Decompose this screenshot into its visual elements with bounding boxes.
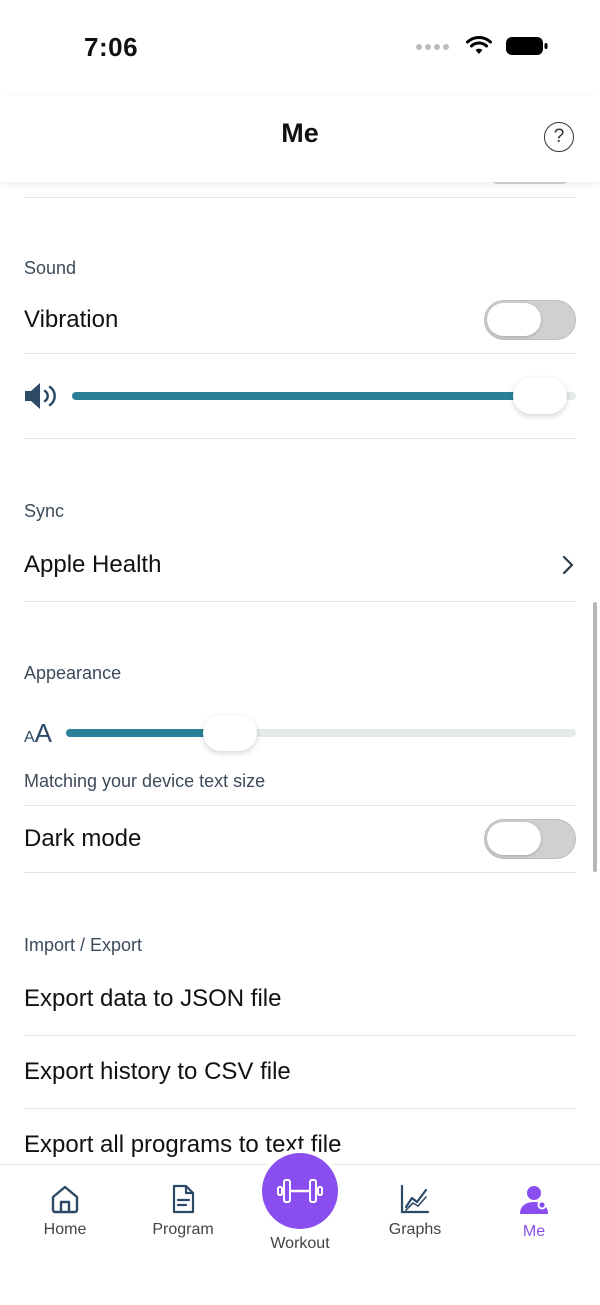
divider xyxy=(24,1108,576,1109)
tab-program[interactable]: Program xyxy=(133,1183,233,1239)
toggle-knob xyxy=(487,303,541,336)
status-bar: 7:06 xyxy=(0,0,600,96)
section-appearance: Appearance xyxy=(24,663,122,683)
section-sound: Sound xyxy=(24,258,77,278)
text-size-slider-thumb[interactable] xyxy=(202,715,257,751)
tab-me-label: Me xyxy=(522,1223,546,1240)
divider xyxy=(24,197,576,198)
program-icon xyxy=(172,1184,195,1214)
text-size-large-a: A xyxy=(34,718,53,748)
status-icons xyxy=(416,36,548,56)
dumbbell-icon xyxy=(277,1179,323,1203)
scrollbar[interactable] xyxy=(593,602,597,872)
dark-mode-label: Dark mode xyxy=(24,825,142,852)
question-circle-icon[interactable]: ? xyxy=(544,122,574,152)
dark-mode-toggle[interactable] xyxy=(484,819,576,859)
divider xyxy=(24,805,576,806)
profile-icon xyxy=(520,1186,548,1214)
tab-graphs-label: Graphs xyxy=(388,1221,442,1238)
battery-icon xyxy=(506,37,548,55)
divider xyxy=(24,601,576,602)
nav-bar: Me ? xyxy=(0,96,600,182)
vibration-label: Vibration xyxy=(24,306,119,333)
tab-home-label: Home xyxy=(43,1221,87,1238)
tab-bar: Home Program Workout Graphs Me xyxy=(0,1149,600,1305)
export-json-row[interactable]: Export data to JSON file xyxy=(24,985,281,1013)
settings-content[interactable]: Sound Vibration Sync Apple Health Appear… xyxy=(0,182,600,1164)
divider xyxy=(24,872,576,873)
tab-workout[interactable] xyxy=(258,1149,342,1233)
tab-home[interactable]: Home xyxy=(15,1183,115,1239)
workout-fab[interactable] xyxy=(262,1153,338,1229)
divider xyxy=(24,353,576,354)
vibration-toggle[interactable] xyxy=(484,300,576,340)
divider xyxy=(24,1035,576,1036)
chevron-right-icon xyxy=(562,555,574,575)
tab-me[interactable]: Me xyxy=(484,1183,584,1241)
tab-graphs[interactable]: Graphs xyxy=(365,1183,465,1239)
status-time: 7:06 xyxy=(84,32,139,62)
page-title: Me xyxy=(281,118,319,148)
wifi-icon xyxy=(466,36,492,54)
signal-icon xyxy=(416,37,452,55)
partial-toggle xyxy=(490,182,570,184)
tab-workout-label: Workout xyxy=(270,1235,330,1252)
section-sync: Sync xyxy=(24,501,65,521)
text-size-caption: Matching your device text size xyxy=(24,771,266,791)
export-csv-row[interactable]: Export history to CSV file xyxy=(24,1058,291,1086)
divider xyxy=(24,438,576,439)
toggle-knob xyxy=(487,822,541,855)
apple-health-row[interactable]: Apple Health xyxy=(24,551,161,579)
home-icon xyxy=(51,1185,79,1214)
text-size-icon: AA xyxy=(24,718,52,749)
section-import-export: Import / Export xyxy=(24,935,143,955)
speaker-icon xyxy=(25,383,56,409)
tab-program-label: Program xyxy=(152,1221,214,1238)
graphs-icon xyxy=(400,1184,430,1214)
text-size-small-a: A xyxy=(24,729,35,746)
volume-slider-fill xyxy=(72,392,540,400)
volume-slider-thumb[interactable] xyxy=(513,378,567,414)
